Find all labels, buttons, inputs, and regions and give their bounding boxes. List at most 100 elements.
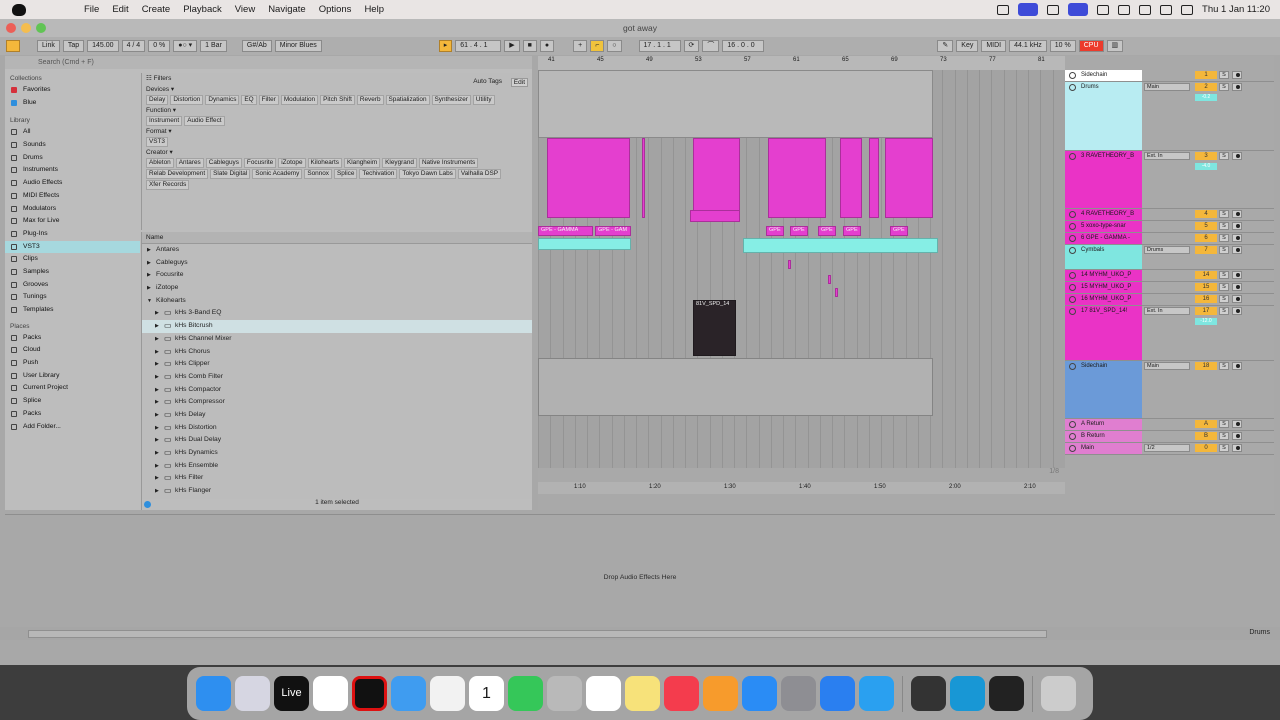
horizontal-scrollbar[interactable]: [28, 630, 1047, 638]
folder-row[interactable]: ▶ Cableguys: [142, 257, 532, 270]
sidebar-item-favorites[interactable]: Favorites: [5, 84, 140, 97]
arm-button[interactable]: [1232, 71, 1242, 79]
sidebar-item-samples[interactable]: Samples: [5, 266, 140, 279]
trash-icon[interactable]: [1041, 676, 1076, 711]
track-activator[interactable]: 1: [1195, 71, 1217, 79]
sidebar-item-push[interactable]: Push: [5, 357, 140, 370]
expand-arrow-icon[interactable]: ▶: [147, 257, 151, 270]
solo-button[interactable]: S: [1219, 210, 1229, 218]
ravetheory-clip[interactable]: [869, 138, 879, 218]
track-name[interactable]: Drums: [1065, 82, 1142, 150]
menu-playback[interactable]: Playback: [183, 4, 222, 15]
solo-button[interactable]: S: [1219, 71, 1229, 79]
plugin-row[interactable]: ▶ ▭ kHs Filter: [142, 472, 532, 485]
drums-clip[interactable]: [538, 70, 933, 138]
filter-chip-tokyo-dawn-labs[interactable]: Tokyo Dawn Labs: [399, 169, 456, 179]
launchpad-icon[interactable]: [235, 676, 270, 711]
filter-chip-utility[interactable]: Utility: [472, 95, 495, 105]
track-activator[interactable]: 7: [1195, 246, 1217, 254]
track-fold-icon[interactable]: [1069, 153, 1076, 160]
track-fold-icon[interactable]: [1069, 211, 1076, 218]
solo-button[interactable]: S: [1219, 307, 1229, 315]
key-map-button[interactable]: Key: [956, 40, 979, 52]
pages-icon[interactable]: [703, 676, 738, 711]
devices-label[interactable]: Devices ▾: [142, 84, 532, 95]
loop-switch[interactable]: ⟳: [683, 40, 700, 52]
expand-arrow-icon[interactable]: ▶: [155, 320, 159, 333]
plugin-row[interactable]: ▶ ▭ kHs Bitcrush: [142, 320, 532, 333]
sidebar-item-grooves[interactable]: Grooves: [5, 279, 140, 292]
sidebar-item-current-project[interactable]: Current Project: [5, 382, 140, 395]
track-fold-icon[interactable]: [1069, 72, 1076, 79]
clock[interactable]: Thu 1 Jan 11:20: [1202, 4, 1270, 15]
track-io-select[interactable]: Main: [1144, 362, 1190, 370]
expand-arrow-icon[interactable]: ▶: [155, 396, 159, 409]
ravetheory-clip[interactable]: [885, 138, 933, 218]
track-fold-icon[interactable]: [1069, 84, 1076, 91]
track-io-select[interactable]: 1/2: [1144, 444, 1190, 452]
filter-chip-focusrite[interactable]: Focusrite: [243, 158, 277, 168]
track-io-select[interactable]: Ext. In: [1144, 152, 1190, 160]
finder-icon[interactable]: [196, 676, 231, 711]
ravetheory-clip[interactable]: [693, 138, 740, 218]
track-activator[interactable]: 17: [1195, 307, 1217, 315]
music-icon[interactable]: [664, 676, 699, 711]
track-name[interactable]: A Return: [1065, 419, 1142, 430]
track-io-select[interactable]: Ext. In: [1144, 307, 1190, 315]
sidebar-item-audio-effects[interactable]: Audio Effects: [5, 177, 140, 190]
key-select[interactable]: G#/Ab: [241, 40, 272, 52]
filter-chip-sonic-academy[interactable]: Sonic Academy: [252, 169, 303, 179]
track-fold-icon[interactable]: [1069, 421, 1076, 428]
filter-chip-native-instruments[interactable]: Native Instruments: [418, 158, 479, 168]
track-fold-icon[interactable]: [1069, 272, 1076, 279]
screen-mirror-icon[interactable]: [1068, 3, 1089, 16]
solo-button[interactable]: S: [1219, 234, 1229, 242]
menu-help[interactable]: Help: [364, 4, 384, 15]
expand-arrow-icon[interactable]: ▶: [155, 346, 159, 359]
sidebar-item-splice[interactable]: Splice: [5, 395, 140, 408]
sidebar-item-instruments[interactable]: Instruments: [5, 164, 140, 177]
automation-arm-button[interactable]: ⌐: [590, 40, 605, 52]
expand-arrow-icon[interactable]: ▶: [155, 371, 159, 384]
plugin-row[interactable]: ▶ ▭ kHs Compressor: [142, 396, 532, 409]
plugin-row[interactable]: ▶ ▭ kHs 3-Band EQ: [142, 307, 532, 320]
loop-start-field[interactable]: 17 . 1 . 1: [638, 40, 681, 52]
time-ruler[interactable]: 1:10 1:20 1:30 1:40 1:50 2:00 2:10 1/8: [538, 468, 1065, 494]
sidebar-item-templates[interactable]: Templates: [5, 304, 140, 317]
cymbals-clip[interactable]: [538, 238, 631, 250]
menu-navigate[interactable]: Navigate: [268, 4, 306, 15]
plugin-row[interactable]: ▶ ▭ kHs Clipper: [142, 358, 532, 371]
splice-icon[interactable]: [313, 676, 348, 711]
expand-arrow-icon[interactable]: ▶: [155, 358, 159, 371]
wifi-icon[interactable]: [1139, 4, 1152, 15]
filter-chip-klangheim[interactable]: Klangheim: [343, 158, 381, 168]
track-activator[interactable]: 6: [1195, 234, 1217, 242]
overview-toggle[interactable]: ▥: [1106, 40, 1124, 52]
link-button[interactable]: Link: [37, 40, 60, 52]
track-activator[interactable]: 15: [1195, 283, 1217, 291]
notes-icon[interactable]: [625, 676, 660, 711]
expand-arrow-icon[interactable]: ▶: [155, 422, 159, 435]
track-fold-icon[interactable]: [1069, 223, 1076, 230]
time-signature[interactable]: 4 / 4: [121, 40, 146, 52]
punch-out-button[interactable]: ⌒: [702, 40, 720, 52]
search-icon[interactable]: [1160, 4, 1173, 15]
sidebar-item-packs[interactable]: Packs: [5, 408, 140, 421]
plugin-row[interactable]: ▶ ▭ kHs Compactor: [142, 384, 532, 397]
expand-arrow-icon[interactable]: ▶: [155, 472, 159, 485]
ravetheory-clip[interactable]: [547, 138, 630, 218]
obs-icon[interactable]: [989, 676, 1024, 711]
filter-chip-modulation[interactable]: Modulation: [280, 95, 319, 105]
volume-field[interactable]: -0.2: [1195, 94, 1217, 101]
track-activator[interactable]: A: [1195, 420, 1217, 428]
folder-row[interactable]: ▶ Antares: [142, 244, 532, 257]
filter-chip-reverb[interactable]: Reverb: [356, 95, 384, 105]
track-fold-icon[interactable]: [1069, 433, 1076, 440]
sidebar-item-sounds[interactable]: Sounds: [5, 139, 140, 152]
menu-file[interactable]: File: [84, 4, 99, 15]
filter-chip-synthesizer[interactable]: Synthesizer: [431, 95, 471, 105]
filter-chip-ableton[interactable]: Ableton: [146, 158, 174, 168]
ableton-live-icon[interactable]: Live: [274, 676, 309, 711]
photos-icon[interactable]: [430, 676, 465, 711]
expand-arrow-icon[interactable]: ▶: [155, 307, 159, 320]
